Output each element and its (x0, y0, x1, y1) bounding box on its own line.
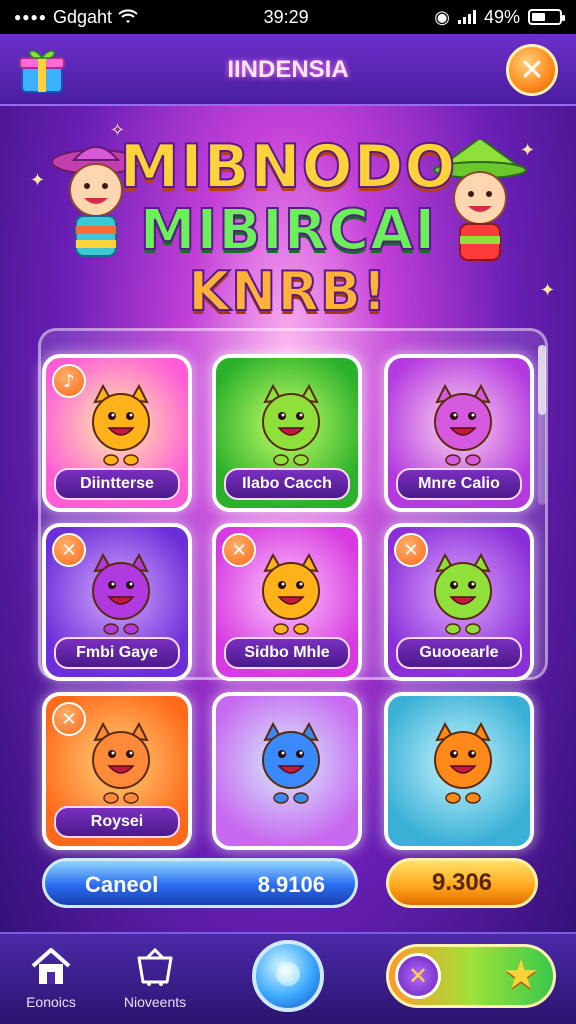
game-card[interactable]: Mnre Calio (384, 354, 534, 512)
nav-home-label: Eonoics (26, 994, 76, 1010)
mascot-icon (434, 552, 492, 635)
status-right: ◉ 49% (434, 6, 565, 28)
play-orb-button[interactable] (252, 940, 324, 1012)
game-card-label: Mnre Calio (396, 468, 522, 500)
mascot-icon (262, 383, 320, 466)
game-card[interactable]: ✕ Fmbi Gaye (42, 523, 192, 681)
mascot-icon (434, 383, 492, 466)
grid-scrollbar-thumb[interactable] (538, 345, 546, 415)
status-time: 39:29 (263, 6, 309, 27)
toggle-close-icon[interactable]: ✕ (395, 953, 441, 999)
battery-icon (528, 9, 565, 25)
mascot-icon (92, 552, 150, 635)
page-title: IINDENSIA (227, 56, 349, 83)
mascot-icon (92, 383, 150, 466)
card-close-badge-icon[interactable]: ✕ (52, 702, 86, 736)
game-card[interactable]: ♪ Diintterse (42, 354, 192, 512)
banner-line-3: KNRB! (187, 259, 388, 324)
game-card-label: Diintterse (54, 468, 180, 500)
header-bar: IINDENSIA ✕ (0, 34, 576, 106)
game-card-label: Fmbi Gaye (54, 637, 180, 669)
game-card[interactable]: ✕ Guooearle (384, 523, 534, 681)
banner-line-1: MIBNODO (119, 131, 457, 203)
toggle-switch[interactable]: ✕ ★ (386, 944, 556, 1008)
coin-balance-button[interactable]: 9.306 (386, 858, 538, 908)
cancel-label: Caneol (85, 872, 159, 897)
nav-gifts[interactable]: Nioveents (110, 946, 200, 1010)
game-card[interactable]: ✕ Roysei (42, 692, 192, 850)
mascot-icon (92, 721, 150, 804)
carrier-name: Gdgaht (53, 6, 113, 27)
nav-gifts-label: Nioveents (123, 994, 187, 1010)
signal-dots-icon: ●●●● (14, 10, 47, 24)
coin-balance: 9.306 (431, 869, 493, 896)
card-close-badge-icon[interactable]: ✕ (394, 533, 428, 567)
battery-percent: 49% (483, 6, 520, 27)
game-card-label: Roysei (54, 806, 180, 838)
game-card-label: Sidbo Mhle (224, 637, 350, 669)
banner-line-2: MIBIRCAI (139, 197, 437, 264)
game-card[interactable]: Ilabo Cacch (212, 354, 362, 512)
music-badge-icon[interactable]: ♪ (52, 364, 86, 398)
cancel-value: 8.9106 (257, 872, 325, 897)
mascot-icon (262, 721, 320, 804)
nav-home[interactable]: Eonoics (6, 946, 96, 1010)
grid-scrollbar[interactable] (538, 345, 546, 505)
game-card[interactable] (384, 692, 534, 850)
title-banner: ✦ ✦ ✦ ✧ MIBNODO MIBIRCAI KNRB! (0, 110, 576, 335)
star-icon: ★ (503, 952, 539, 998)
status-left: ●●●● Gdgaht (14, 7, 138, 28)
cancel-button[interactable]: Caneol 8.9106 (42, 858, 358, 908)
status-bar: ●●●● Gdgaht 39:29 ◉ 49% (0, 0, 576, 34)
basket-icon (137, 947, 173, 986)
card-close-badge-icon[interactable]: ✕ (222, 533, 256, 567)
mascot-icon (262, 552, 320, 635)
close-button[interactable]: ✕ (506, 44, 558, 96)
location-icon: ◉ (434, 6, 450, 27)
card-close-badge-icon[interactable]: ✕ (52, 533, 86, 567)
close-icon: ✕ (519, 52, 545, 88)
wifi-icon (118, 9, 138, 23)
game-card-label: Guooearle (396, 637, 522, 669)
game-card-label: Ilabo Cacch (224, 468, 350, 500)
game-card[interactable]: ✕ Sidbo Mhle (212, 523, 362, 681)
battery-fill (532, 13, 545, 21)
cellular-icon (457, 10, 476, 24)
home-icon (31, 948, 71, 984)
mascot-icon (434, 721, 492, 804)
game-card[interactable] (212, 692, 362, 850)
bottom-nav: Eonoics Nioveents ✕ ★ (0, 932, 576, 1024)
